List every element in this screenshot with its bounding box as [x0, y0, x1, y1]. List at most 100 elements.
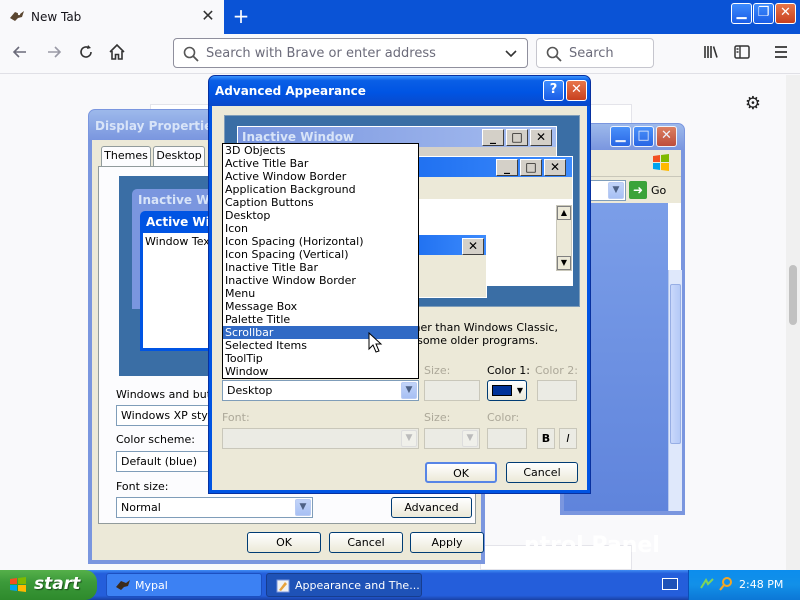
color2-label: Color 2:	[535, 364, 578, 377]
start-button[interactable]: start	[0, 570, 97, 600]
list-item[interactable]: Icon Spacing (Horizontal)	[223, 235, 418, 248]
list-item[interactable]: Caption Buttons	[223, 196, 418, 209]
font-size-combo[interactable]: ▼	[424, 428, 480, 449]
tab-themes[interactable]: Themes	[101, 146, 151, 166]
list-item[interactable]: Desktop	[223, 209, 418, 222]
chevron-down-icon[interactable]: ▼	[401, 382, 417, 399]
aa-preview-inactive-title: Inactive Window	[242, 130, 355, 144]
taskbar-button-mypal[interactable]: Mypal	[106, 573, 262, 597]
hamburger-menu-icon	[775, 46, 787, 58]
back-button[interactable]	[8, 42, 32, 66]
mypal-favicon-icon	[10, 11, 24, 21]
close-button[interactable]: ✕	[566, 80, 587, 101]
address-bar[interactable]: Search with Brave or enter address	[173, 38, 528, 68]
address-input[interactable]: Search with Brave or enter address	[206, 46, 496, 61]
chevron-down-icon[interactable]: ▼	[295, 499, 311, 516]
tab-new-tab[interactable]: New Tab ✕	[0, 0, 224, 34]
cp-close-button[interactable]: ✕	[656, 126, 677, 147]
chevron-down-icon[interactable]: ▼	[608, 182, 624, 199]
nav-toolbar: Search with Brave or enter address Searc…	[0, 34, 800, 74]
font-color-picker[interactable]	[487, 428, 527, 449]
list-item[interactable]: Active Window Border	[223, 170, 418, 183]
home-button[interactable]	[105, 42, 129, 66]
sidebar-button[interactable]	[730, 42, 754, 66]
list-item[interactable]: Window	[223, 365, 418, 378]
advanced-button[interactable]: Advanced	[391, 497, 472, 518]
font-size-value: Normal	[121, 501, 161, 514]
color2-picker[interactable]	[537, 380, 577, 401]
tab-desktop[interactable]: Desktop	[153, 146, 205, 166]
go-arrow-icon[interactable]: ➜	[629, 181, 647, 199]
list-item[interactable]: Palette Title	[223, 313, 418, 326]
list-item[interactable]: Icon	[223, 222, 418, 235]
cp-maximize-button[interactable]: □	[633, 126, 654, 147]
list-item[interactable]: Selected Items	[223, 339, 418, 352]
item-size-spinner[interactable]	[424, 380, 480, 401]
italic-button[interactable]: I	[559, 428, 577, 449]
help-button[interactable]: ?	[543, 80, 564, 101]
sidebar-icon	[734, 45, 750, 59]
color1-swatch	[492, 385, 512, 396]
menu-button[interactable]	[769, 42, 793, 66]
list-item[interactable]: Icon Spacing (Vertical)	[223, 248, 418, 261]
chevron-down-icon[interactable]: ▼	[401, 430, 417, 447]
list-item[interactable]: Inactive Title Bar	[223, 261, 418, 274]
font-size-combo[interactable]: Normal ▼	[116, 497, 313, 518]
page-scrollbar[interactable]	[786, 75, 800, 570]
color-scheme-label: Color scheme:	[116, 433, 195, 446]
search-icon	[546, 46, 562, 62]
list-item-selected[interactable]: Scrollbar	[223, 326, 418, 339]
chevron-down-icon[interactable]: ▼	[462, 430, 478, 447]
cp-minimize-button[interactable]: ▁	[610, 126, 631, 147]
cp-scrollbar[interactable]	[668, 270, 682, 511]
advanced-appearance-title: Advanced Appearance	[215, 84, 366, 98]
mypal-icon	[116, 580, 130, 590]
list-item[interactable]: Message Box	[223, 300, 418, 313]
search-tray-icon[interactable]	[718, 576, 734, 592]
keyboard-icon[interactable]	[662, 578, 678, 590]
tab-close-icon[interactable]: ✕	[199, 7, 217, 25]
search-bar[interactable]: Search	[536, 38, 654, 68]
aa-ok-button[interactable]: OK	[425, 462, 497, 483]
reload-button[interactable]	[74, 42, 98, 66]
item-dropdown-list[interactable]: 3D Objects Active Title Bar Active Windo…	[222, 143, 419, 379]
list-item[interactable]: Application Background	[223, 183, 418, 196]
page-scrollbar-thumb[interactable]	[789, 265, 797, 325]
list-item[interactable]: ToolTip	[223, 352, 418, 365]
minimize-icon: _	[482, 129, 504, 146]
search-input[interactable]: Search	[569, 46, 614, 61]
dp-preview-window-text: Window Text	[145, 235, 215, 248]
dp-cancel-button[interactable]: Cancel	[329, 532, 403, 553]
item-combo[interactable]: Desktop ▼	[222, 380, 419, 401]
go-label[interactable]: Go	[651, 184, 666, 197]
list-item[interactable]: Menu	[223, 287, 418, 300]
item-size-label: Size:	[424, 364, 451, 377]
aa-preview-scrollbar: ▲ ▼	[556, 205, 572, 271]
aa-cancel-button[interactable]: Cancel	[506, 462, 578, 483]
taskbar-button-appearance[interactable]: Appearance and The...	[266, 573, 422, 597]
library-button[interactable]	[699, 42, 723, 66]
list-item[interactable]: Active Title Bar	[223, 157, 418, 170]
font-size-label: Font size:	[116, 480, 169, 493]
browser-minimize-button[interactable]: ▁	[731, 3, 752, 24]
gear-icon[interactable]: ⚙	[743, 94, 763, 114]
browser-restore-button[interactable]: ❐	[753, 3, 774, 24]
windows-flag-icon	[10, 577, 26, 592]
font-combo[interactable]: ▼	[222, 428, 419, 449]
bold-button[interactable]: B	[537, 428, 555, 449]
cp-scrollbar-thumb[interactable]	[670, 284, 681, 444]
list-item[interactable]: 3D Objects	[223, 144, 418, 157]
list-item[interactable]: Inactive Window Border	[223, 274, 418, 287]
library-icon	[704, 46, 718, 58]
color1-picker[interactable]: ▼	[487, 380, 527, 401]
appearance-themes-icon	[276, 579, 290, 593]
dp-apply-button[interactable]: Apply	[410, 532, 484, 553]
chevron-down-icon[interactable]	[503, 45, 519, 61]
dp-ok-button[interactable]: OK	[247, 532, 321, 553]
start-label: start	[34, 574, 81, 594]
new-tab-button[interactable]: +	[230, 5, 252, 27]
browser-close-button[interactable]: ✕	[775, 3, 796, 24]
network-icon[interactable]	[699, 576, 715, 592]
forward-button[interactable]	[42, 42, 66, 66]
advanced-appearance-titlebar[interactable]: Advanced Appearance ? ✕	[209, 76, 590, 106]
